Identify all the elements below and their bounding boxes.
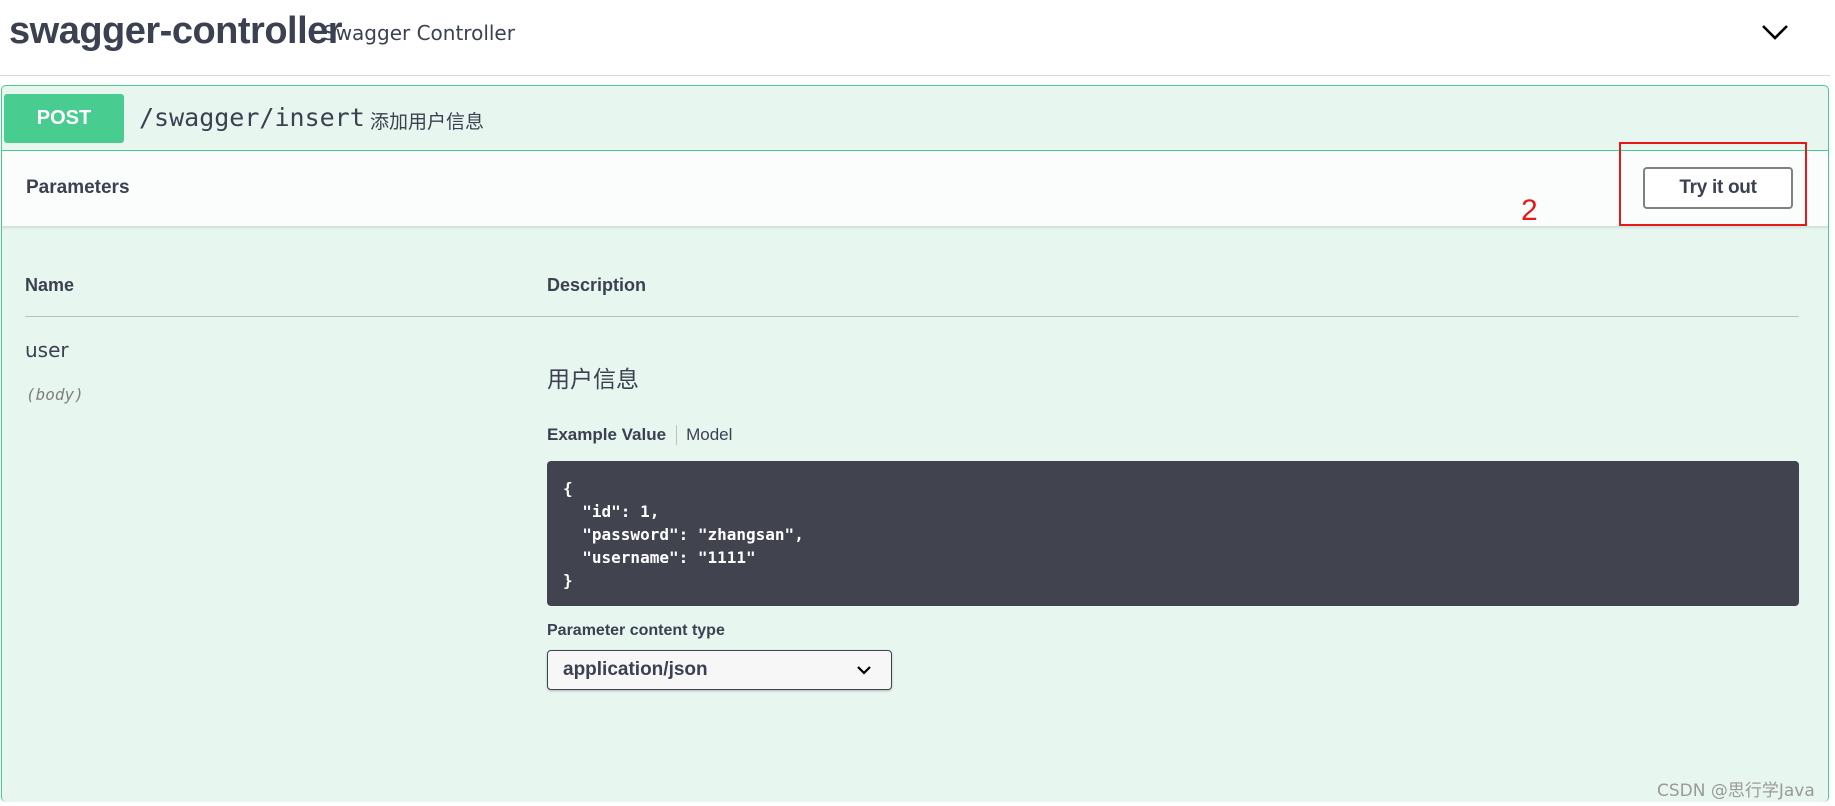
example-value-code: { "id": 1, "password": "zhangsan", "user…: [547, 461, 1799, 606]
parameters-title: Parameters: [26, 177, 130, 198]
try-it-out-button[interactable]: Try it out: [1643, 167, 1793, 209]
chevron-down-icon[interactable]: [1760, 21, 1790, 43]
header-divider: [25, 316, 1799, 317]
parameter-description: 用户信息: [547, 367, 639, 393]
chevron-down-icon: [857, 666, 871, 675]
content-type-label: Parameter content type: [547, 622, 725, 639]
example-model-tabs: Example Value Model: [547, 422, 732, 448]
operation-summary-text: 添加用户信息: [370, 111, 485, 133]
content-type-select[interactable]: application/json: [547, 650, 892, 690]
tag-title[interactable]: swagger-controller: [9, 10, 343, 53]
content-type-value: application/json: [563, 659, 708, 680]
operation-path: /swagger/insert: [139, 103, 365, 132]
operation-block: POST /swagger/insert 添加用户信息 Parameters T…: [1, 85, 1829, 802]
example-json: { "id": 1, "password": "zhangsan", "user…: [563, 479, 804, 590]
tab-example-value[interactable]: Example Value: [547, 425, 678, 445]
annotation-number: 2: [1521, 194, 1538, 227]
parameter-location: (body): [26, 385, 84, 404]
watermark: CSDN @思行学Java: [1657, 781, 1815, 801]
column-header-description: Description: [547, 275, 647, 295]
parameter-name: user: [25, 338, 69, 362]
tab-model[interactable]: Model: [677, 425, 732, 445]
parameters-section-header: Parameters Try it out: [2, 151, 1828, 227]
tag-header[interactable]: swagger-controller Swagger Controller: [0, 0, 1830, 76]
column-header-name: Name: [25, 275, 75, 295]
tag-description: Swagger Controller: [323, 21, 515, 45]
operation-summary[interactable]: POST /swagger/insert 添加用户信息: [2, 86, 1828, 151]
method-badge: POST: [4, 94, 124, 143]
